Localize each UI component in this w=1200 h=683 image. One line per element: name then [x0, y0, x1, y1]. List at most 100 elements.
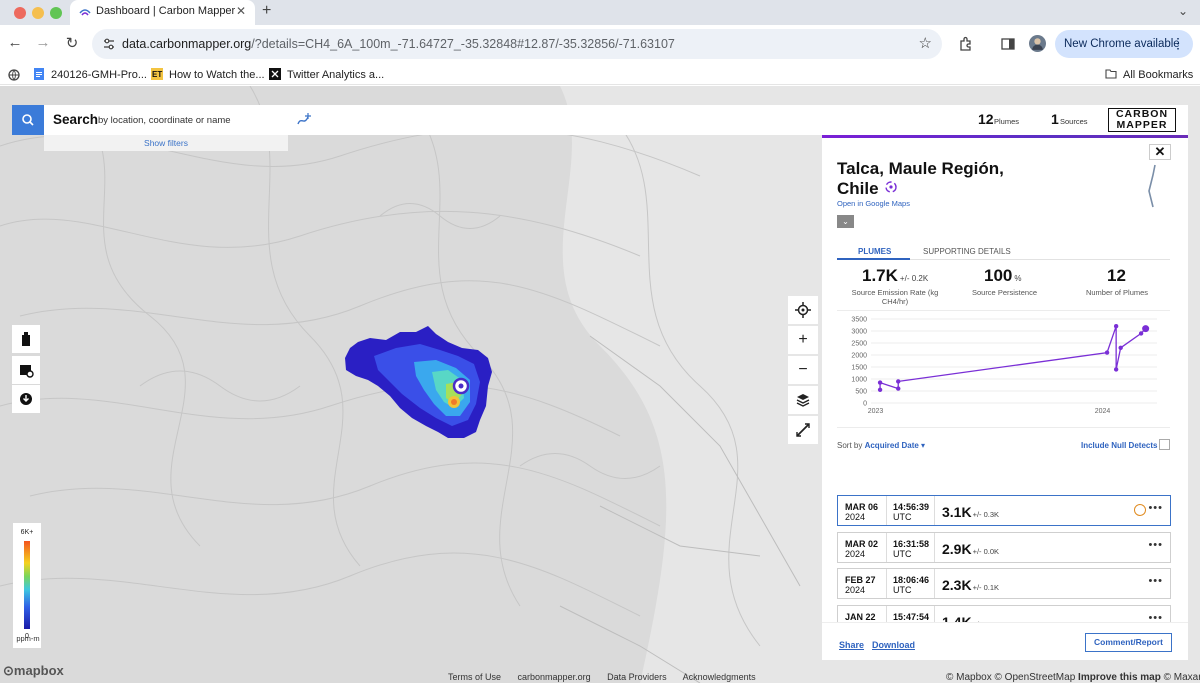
new-chrome-available-button[interactable]: New Chrome available ⋮ — [1055, 30, 1193, 58]
download-link[interactable]: Download — [872, 640, 915, 650]
new-chrome-label: New Chrome available — [1064, 38, 1180, 50]
plume-count-label: Number of Plumes — [1085, 288, 1149, 297]
logo-line-2: MAPPER — [1116, 118, 1168, 131]
include-null-label: Include Null Detects — [1081, 441, 1158, 450]
forward-button[interactable]: → — [33, 34, 53, 51]
attrib-mapbox[interactable]: © Mapbox — [946, 672, 992, 683]
download-button[interactable] — [12, 385, 40, 413]
chart-y-tick-label: 500 — [855, 389, 867, 396]
plume-row[interactable]: MAR 02 2024 16:31:58 UTC 2.9K+/- 0.0K ••• — [837, 532, 1171, 563]
expand-chevron-icon[interactable]: ⌄ — [837, 215, 854, 228]
asset-type-button[interactable] — [12, 325, 40, 353]
mapbox-logo[interactable]: ⊙mapbox — [3, 663, 64, 679]
measure-button[interactable] — [788, 416, 818, 444]
chart-data-point — [1118, 345, 1123, 350]
row-more-options-icon[interactable]: ••• — [1148, 502, 1163, 514]
back-button[interactable]: ← — [5, 34, 25, 51]
close-window-button[interactable] — [14, 7, 26, 19]
side-panel-icon[interactable] — [1000, 36, 1016, 52]
reload-button[interactable]: ↻ — [62, 34, 82, 52]
show-filters-button[interactable]: Show filters — [44, 135, 288, 151]
legend-color-ramp — [24, 541, 30, 629]
svg-text:ET: ET — [152, 70, 162, 79]
add-route-icon[interactable] — [296, 112, 312, 128]
concentration-legend: 6K+ 0 — [13, 523, 41, 648]
acknowledgments-link[interactable]: Acknowledgments — [683, 672, 756, 682]
search-bar[interactable]: Search by location, coordinate or name — [12, 105, 822, 135]
chart-data-point — [1142, 325, 1150, 333]
locate-button[interactable] — [788, 296, 818, 324]
search-icon — [22, 114, 34, 126]
all-bookmarks-label: All Bookmarks — [1123, 69, 1194, 81]
legend-unit: ppm-m — [16, 634, 40, 643]
plume-time: 14:56:39 — [893, 502, 930, 512]
chart-y-tick-label: 3500 — [851, 317, 867, 324]
address-bar[interactable]: data.carbonmapper.org/?details=CH4_6A_10… — [92, 29, 942, 59]
include-null-checkbox[interactable] — [1159, 439, 1170, 450]
logo-line-1: CARBON — [1115, 108, 1169, 120]
all-bookmarks-button[interactable]: All Bookmarks — [1105, 68, 1193, 81]
sources-count: 1 — [1051, 111, 1059, 127]
row-more-options-icon[interactable]: ••• — [1148, 539, 1163, 551]
plume-date: MAR 02 — [845, 539, 879, 549]
plume-source-icon — [885, 181, 897, 193]
browser-tab[interactable]: Dashboard | Carbon Mapper ✕ — [70, 0, 255, 25]
carbonmapper-link[interactable]: carbonmapper.org — [518, 672, 591, 682]
image-search-button[interactable] — [12, 356, 40, 384]
sort-control[interactable]: Sort by Acquired Date ▾ — [837, 441, 925, 450]
map-view[interactable]: Search by location, coordinate or name S… — [0, 86, 1200, 683]
maximize-window-button[interactable] — [50, 7, 62, 19]
location-title: Talca, Maule Región, Chile — [837, 159, 1004, 198]
panel-accent-bar — [822, 135, 1188, 138]
tab-plumes[interactable]: PLUMES — [858, 247, 891, 256]
crosshair-icon — [795, 302, 811, 318]
plume-row[interactable]: FEB 27 2024 18:06:46 UTC 2.3K+/- 0.1K ••• — [837, 568, 1171, 599]
plume-time: 16:31:58 — [893, 539, 930, 549]
row-divider — [886, 496, 887, 525]
sort-caret-icon[interactable]: ▾ — [921, 441, 925, 450]
tab-search-chevron-icon[interactable]: ⌄ — [1178, 4, 1188, 18]
sort-value[interactable]: Acquired Date — [865, 441, 919, 450]
layers-button[interactable] — [788, 386, 818, 414]
improve-map-link[interactable]: Improve this map — [1078, 672, 1161, 683]
comment-report-button[interactable]: Comment/Report — [1085, 633, 1172, 652]
bookmark-star-icon[interactable]: ☆ — [919, 34, 932, 52]
google-maps-link[interactable]: Open in Google Maps — [837, 199, 910, 208]
terms-link[interactable]: Terms of Use — [448, 672, 501, 682]
row-more-options-icon[interactable]: ••• — [1148, 575, 1163, 587]
chrome-menu-icon[interactable]: ⋮ — [1171, 35, 1185, 52]
bookmark-item[interactable]: Twitter Analytics a... — [269, 68, 384, 81]
extensions-icon[interactable] — [958, 36, 974, 52]
minimize-window-button[interactable] — [32, 7, 44, 19]
url-text[interactable]: data.carbonmapper.org/?details=CH4_6A_10… — [122, 37, 675, 51]
bookmark-item[interactable]: ET How to Watch the... — [151, 68, 265, 81]
data-providers-link[interactable]: Data Providers — [607, 672, 667, 682]
docs-icon — [34, 68, 44, 80]
selected-plume-marker-icon — [1134, 504, 1146, 516]
search-button[interactable] — [12, 105, 44, 135]
close-panel-button[interactable]: ✕ — [1149, 144, 1171, 160]
globe-icon[interactable] — [8, 69, 20, 81]
chart-data-point — [1138, 331, 1144, 336]
chart-x-tick-label: 2024 — [1095, 408, 1111, 415]
attrib-maxar[interactable]: © Maxar — [1164, 672, 1200, 683]
share-link[interactable]: Share — [839, 640, 864, 650]
plume-emission-rate: 2.3K+/- 0.1K — [942, 577, 999, 593]
tab-supporting-details[interactable]: SUPPORTING DETAILS — [923, 247, 1011, 256]
chart-data-point — [1104, 350, 1110, 355]
attrib-osm[interactable]: © OpenStreetMap — [995, 672, 1076, 683]
profile-avatar[interactable] — [1029, 35, 1046, 52]
zoom-out-button[interactable]: − — [788, 356, 818, 384]
carbon-mapper-logo[interactable]: CARBON MAPPER — [1108, 108, 1176, 132]
bookmark-label: 240126-GMH-Pro... — [51, 69, 147, 81]
new-tab-button[interactable]: + — [262, 2, 271, 20]
plume-year: 2024 — [845, 512, 866, 522]
site-settings-icon[interactable] — [102, 37, 116, 51]
search-input[interactable]: by location, coordinate or name — [98, 115, 231, 126]
legend-max: 6K+ — [20, 529, 34, 536]
close-tab-icon[interactable]: ✕ — [236, 4, 246, 18]
zoom-in-button[interactable]: + — [788, 326, 818, 354]
plumes-count: 12 — [978, 111, 994, 127]
plume-row[interactable]: MAR 06 2024 14:56:39 UTC 3.1K+/- 0.3K ••• — [837, 495, 1171, 526]
bookmark-item[interactable]: 240126-GMH-Pro... — [33, 68, 147, 81]
